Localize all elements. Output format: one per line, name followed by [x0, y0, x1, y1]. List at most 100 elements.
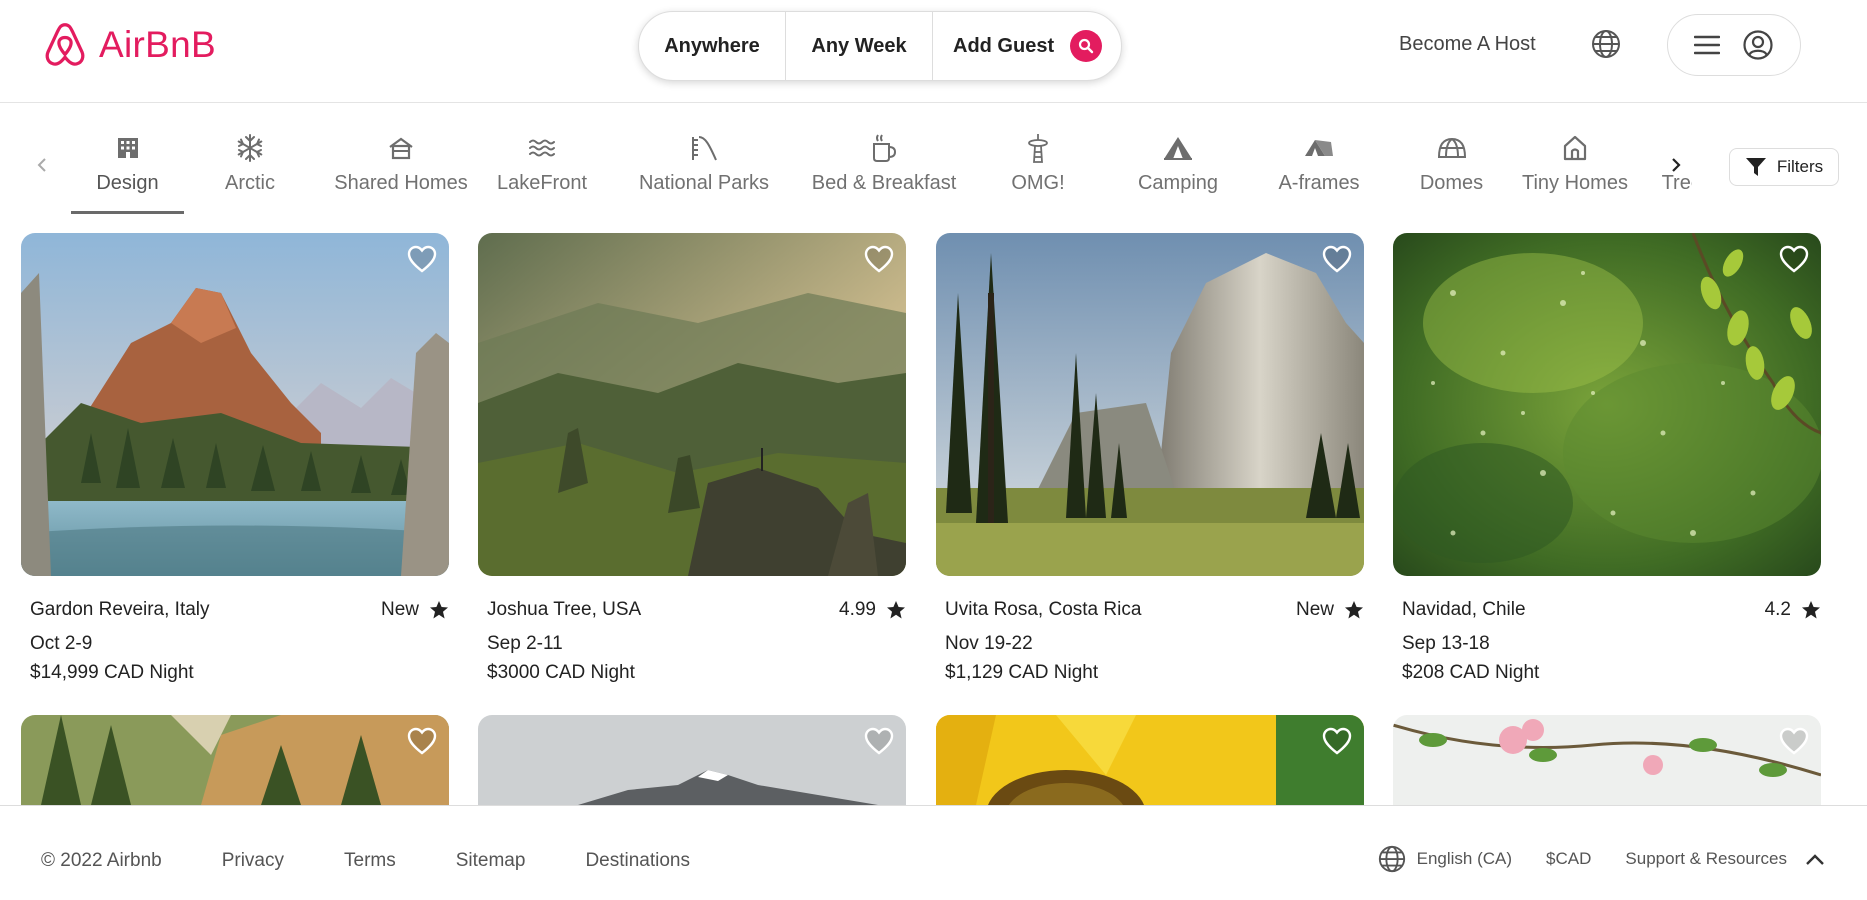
listing-location: Joshua Tree, USA: [487, 599, 642, 620]
chevron-right-icon: [1672, 158, 1681, 172]
listing-card[interactable]: [936, 715, 1364, 805]
favorite-button[interactable]: [864, 727, 894, 760]
search-when-button[interactable]: Any Week: [786, 11, 933, 81]
listing-dates: Sep 2-11: [487, 633, 563, 654]
favorite-button[interactable]: [407, 727, 437, 760]
listing-card[interactable]: Gardon Reveira, Italy New Oct 2-9 $14,99…: [21, 233, 449, 687]
favorite-button[interactable]: [407, 245, 437, 278]
filters-button[interactable]: Filters: [1729, 148, 1839, 186]
category-arctic[interactable]: Arctic: [200, 128, 300, 214]
listing-photo[interactable]: [478, 233, 906, 576]
listing-card[interactable]: Uvita Rosa, Costa Rica New Nov 19-22 $1,…: [936, 233, 1364, 687]
search-where-label: Anywhere: [664, 34, 760, 57]
search-submit-button[interactable]: [1070, 30, 1103, 62]
listing-photo[interactable]: [936, 233, 1364, 576]
heart-icon: [864, 727, 894, 755]
tiny-home-icon: [1563, 135, 1587, 161]
category-domes[interactable]: Domes: [1399, 128, 1504, 214]
site-footer: © 2022 Airbnb Privacy Terms Sitemap Dest…: [0, 805, 1867, 900]
coffee-cup-icon: [873, 134, 897, 162]
building-icon: [117, 138, 138, 158]
filter-funnel-icon: [1745, 158, 1766, 176]
dome-icon: [1437, 137, 1466, 158]
footer-support-button[interactable]: Support & Resources: [1625, 849, 1825, 869]
categories-prev-button[interactable]: [36, 156, 48, 179]
category-label: LakeFront: [496, 172, 588, 194]
heart-icon: [1322, 245, 1352, 273]
favorite-button[interactable]: [1322, 245, 1352, 278]
listing-card[interactable]: Joshua Tree, USA 4.99 Sep 2-11 $3000 CAD…: [478, 233, 906, 687]
category-bed-breakfast[interactable]: Bed & Breakfast: [790, 128, 978, 214]
category-label: Tiny Homes: [1522, 172, 1628, 194]
user-menu-button[interactable]: [1667, 14, 1801, 76]
listing-photo[interactable]: [1393, 233, 1821, 576]
user-avatar-icon: [1743, 30, 1773, 60]
footer-link-privacy[interactable]: Privacy: [222, 850, 284, 872]
footer-link-sitemap[interactable]: Sitemap: [456, 850, 526, 872]
favorite-button[interactable]: [1779, 245, 1809, 278]
listing-card[interactable]: [21, 715, 449, 805]
tent-icon: [1164, 137, 1192, 160]
heart-icon: [407, 245, 437, 273]
language-button[interactable]: [1590, 28, 1622, 65]
category-omg[interactable]: OMG!: [990, 128, 1086, 214]
brand-logo[interactable]: AirBnB: [43, 22, 216, 68]
waves-icon: [529, 139, 555, 157]
search-where-button[interactable]: Anywhere: [639, 11, 786, 81]
misty-valley-photo: [478, 233, 906, 576]
become-host-link[interactable]: Become A Host: [1399, 33, 1536, 56]
blossom-branch-photo: [1393, 715, 1821, 805]
shared-home-icon: [389, 137, 413, 160]
listing-dates: Sep 13-18: [1402, 633, 1490, 654]
category-label: Bed & Breakfast: [811, 172, 957, 194]
listing-price: $14,999 CAD Night: [30, 662, 194, 683]
star-icon: [430, 601, 448, 619]
category-label: Design: [96, 172, 159, 194]
star-icon: [887, 601, 905, 619]
heart-icon: [1779, 245, 1809, 273]
listing-rating: New: [381, 599, 449, 621]
footer-support-label: Support & Resources: [1625, 849, 1787, 868]
heart-icon: [864, 245, 894, 273]
star-icon: [1345, 601, 1363, 619]
sunflower-photo: [936, 715, 1364, 805]
mountain-lake-photo: [21, 233, 449, 576]
search-guests-button[interactable]: Add Guest: [933, 11, 1121, 81]
category-treehouses[interactable]: Treehouses: [1644, 128, 1692, 214]
footer-language-button[interactable]: English (CA): [1377, 844, 1512, 874]
listing-photo[interactable]: [21, 233, 449, 576]
listing-rating: 4.99: [839, 599, 906, 621]
category-shared-homes[interactable]: Shared Homes: [315, 128, 487, 214]
categories-next-button[interactable]: [1670, 156, 1682, 179]
rating-value: New: [380, 599, 419, 620]
a-frame-icon: [1305, 140, 1333, 156]
search-icon: [1079, 38, 1094, 54]
rating-value: 4.2: [1764, 599, 1791, 620]
category-camping[interactable]: Camping: [1118, 128, 1238, 214]
favorite-button[interactable]: [864, 245, 894, 278]
forest-cliff-photo: [21, 715, 449, 805]
heart-icon: [1779, 727, 1809, 755]
listing-card[interactable]: [478, 715, 906, 805]
category-a-frames[interactable]: A-frames: [1256, 128, 1382, 214]
tower-icon: [1028, 134, 1048, 163]
category-lakefront[interactable]: LakeFront: [487, 128, 597, 214]
category-tiny-homes[interactable]: Tiny Homes: [1513, 128, 1637, 214]
listing-price: $3000 CAD Night: [487, 662, 635, 683]
listing-card[interactable]: Navidad, Chile 4.2 Sep 13-18 $208 CAD Ni…: [1393, 233, 1821, 687]
category-national-parks[interactable]: National Parks: [618, 128, 790, 214]
search-when-label: Any Week: [811, 34, 907, 57]
listing-card[interactable]: [1393, 715, 1821, 805]
airbnb-logo-icon: [45, 23, 85, 66]
footer-link-terms[interactable]: Terms: [344, 850, 396, 872]
listing-rating: New: [1296, 599, 1364, 621]
favorite-button[interactable]: [1779, 727, 1809, 760]
snowy-mountain-photo: [478, 715, 906, 805]
category-label: Shared Homes: [334, 172, 468, 194]
footer-currency-button[interactable]: $CAD: [1546, 849, 1591, 869]
footer-link-destinations[interactable]: Destinations: [585, 850, 690, 872]
favorite-button[interactable]: [1322, 727, 1352, 760]
listing-dates: Oct 2-9: [30, 633, 93, 654]
search-bar[interactable]: Anywhere Any Week Add Guest: [638, 11, 1122, 81]
category-design[interactable]: Design: [71, 128, 184, 214]
